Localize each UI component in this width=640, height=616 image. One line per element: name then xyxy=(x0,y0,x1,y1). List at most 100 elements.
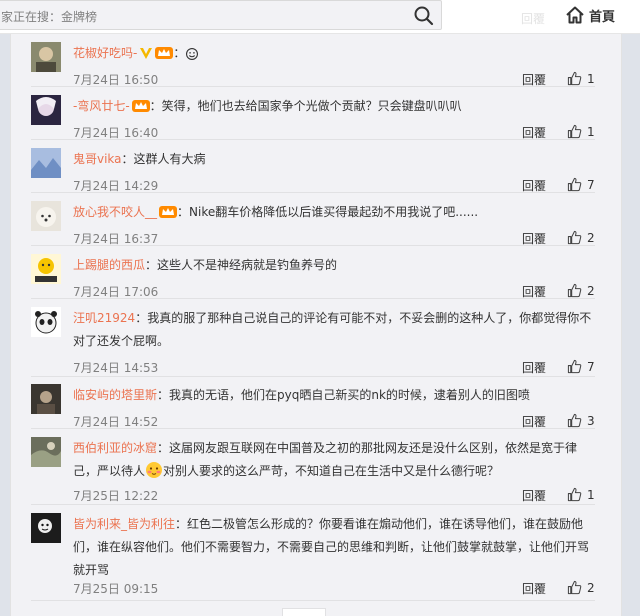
commenter-name[interactable]: 放心我不咬人__ xyxy=(73,205,157,219)
comment-time: 7月24日 16:37 xyxy=(73,232,159,246)
thumbs-up-icon xyxy=(567,283,582,298)
comment-item: -弯风廿七- ：笑得，牠们也去给国家争个光做个贡献？只会键盘叭叭叭 7月24日 1… xyxy=(31,95,595,140)
crown-badge-icon xyxy=(159,204,178,227)
comment-text: ：Nike翻车价格降低以后谁买得最起劲不用我说了吧...... xyxy=(177,205,479,219)
avatar[interactable] xyxy=(31,307,61,337)
avatar[interactable] xyxy=(31,513,61,543)
comment-text: ：我真的服了那种自己说自己的评论有可能不对，不妥会删的这种人了，你都觉得你不对了… xyxy=(73,311,592,348)
crown-badge-icon xyxy=(155,45,174,68)
home-icon xyxy=(566,6,584,24)
comment-time: 7月24日 16:40 xyxy=(73,126,159,140)
comment-text: ：这些人不是神经病就是钓鱼养号的 xyxy=(145,258,338,272)
comment-body: 西伯利亚的冰窟：这届网友跟互联网在中国普及之初的那批网友还是没什么区别，依然是宽… xyxy=(73,437,593,483)
smile-icon xyxy=(185,46,203,64)
comment-item: 西伯利亚的冰窟：这届网友跟互联网在中国普及之初的那批网友还是没什么区别，依然是宽… xyxy=(31,437,595,505)
like-button[interactable]: 1 xyxy=(567,71,595,86)
comment-time: 7月25日 12:22 xyxy=(73,489,159,503)
like-button[interactable]: 7 xyxy=(567,359,595,374)
comment-body: 上踢腿的西瓜：这些人不是神经病就是钓鱼养号的 xyxy=(73,254,593,277)
like-button[interactable]: 1 xyxy=(567,487,595,502)
comment-time: 7月24日 14:53 xyxy=(73,361,159,375)
like-count: 1 xyxy=(587,71,595,86)
comment-body: 鬼哥vika：这群人有大病 xyxy=(73,148,593,171)
like-button[interactable]: 3 xyxy=(567,413,595,428)
top-bar: 家正在搜：金牌榜 回覆 首頁 xyxy=(0,0,640,34)
commenter-name[interactable]: 西伯利亚的冰窟 xyxy=(73,441,157,455)
search-input[interactable]: 家正在搜：金牌榜 xyxy=(0,0,442,30)
like-count: 7 xyxy=(587,177,595,192)
crown-badge-icon xyxy=(131,98,150,121)
home-label: 首頁 xyxy=(589,9,616,25)
commenter-name[interactable]: 临安屿的塔里斯 xyxy=(73,388,157,402)
avatar[interactable] xyxy=(31,148,61,178)
like-button[interactable]: 2 xyxy=(567,230,595,245)
comment-text: ： xyxy=(173,46,186,60)
comment-time: 7月25日 09:15 xyxy=(73,582,159,596)
commenter-name[interactable]: 花椒好吃吗- xyxy=(73,46,137,60)
thumbs-up-icon xyxy=(567,580,582,595)
like-count: 2 xyxy=(587,580,595,595)
like-button[interactable]: 7 xyxy=(567,177,595,192)
comment-text: ：我真的无语，他们在pyq晒自己新买的nk的时候，逮着别人的旧图喷 xyxy=(157,388,530,402)
like-button[interactable]: 2 xyxy=(567,580,595,595)
home-link[interactable]: 首頁 xyxy=(565,4,615,26)
comment-panel: 花椒好吃吗- ： 7月24日 16:50 回覆 1 -弯风廿七- ：笑得，牠们也去给… xyxy=(10,34,622,616)
comment-body: 皆为利来_皆为利往：红色二极管怎么形成的？你要看谁在煽动他们，谁在诱导他们，谁在… xyxy=(73,513,593,582)
thumbs-up-icon xyxy=(567,71,582,86)
commenter-name[interactable]: -弯风廿七- xyxy=(73,99,130,113)
search-placeholder: 家正在搜：金牌榜 xyxy=(1,10,98,24)
commenter-name[interactable]: 鬼哥vika xyxy=(73,152,122,166)
comment-item: 鬼哥vika：这群人有大病 7月24日 14:29 回覆 7 xyxy=(31,148,595,193)
reply-button[interactable]: 回覆 xyxy=(522,177,546,194)
comment-time: 7月24日 14:52 xyxy=(73,415,159,429)
reply-button[interactable]: 回覆 xyxy=(522,359,546,376)
thumbs-up-icon xyxy=(567,413,582,428)
comment-item: 上踢腿的西瓜：这些人不是神经病就是钓鱼养号的 7月24日 17:06 回覆 2 xyxy=(31,254,595,299)
thumbs-up-icon xyxy=(567,124,582,139)
comment-body: 汪叽21924：我真的服了那种自己说自己的评论有可能不对，不妥会删的这种人了，你… xyxy=(73,307,593,353)
comment-item: 汪叽21924：我真的服了那种自己说自己的评论有可能不对，不妥会删的这种人了，你… xyxy=(31,307,595,377)
commenter-name[interactable]: 皆为利来_皆为利往 xyxy=(73,517,175,531)
avatar[interactable] xyxy=(31,437,61,467)
reply-button[interactable]: 回覆 xyxy=(522,580,546,597)
like-count: 1 xyxy=(587,124,595,139)
reply-button[interactable]: 回覆 xyxy=(522,71,546,88)
avatar[interactable] xyxy=(31,201,61,231)
like-count: 3 xyxy=(587,413,595,428)
like-count: 2 xyxy=(587,230,595,245)
avatar[interactable] xyxy=(31,254,61,284)
comment-item: 放心我不咬人__ ：Nike翻车价格降低以后谁买得最起劲不用我说了吧...... … xyxy=(31,201,595,246)
reply-button[interactable]: 回覆 xyxy=(522,413,546,430)
comment-item: 临安屿的塔里斯：我真的无语，他们在pyq晒自己新买的nk的时候，逮着别人的旧图喷… xyxy=(31,384,595,429)
reply-button[interactable]: 回覆 xyxy=(522,283,546,300)
like-button[interactable]: 1 xyxy=(567,124,595,139)
search-icon[interactable] xyxy=(413,5,435,27)
thumbs-up-icon xyxy=(567,177,582,192)
comment-time: 7月24日 16:50 xyxy=(73,73,159,87)
like-count: 2 xyxy=(587,283,595,298)
avatar[interactable] xyxy=(31,42,61,72)
ghost-reply-link: 回覆 xyxy=(521,12,546,26)
v-badge-icon xyxy=(139,45,153,68)
reply-button[interactable]: 回覆 xyxy=(522,230,546,247)
load-more-button[interactable] xyxy=(282,608,326,616)
comment-text: ：这群人有大病 xyxy=(121,152,206,166)
comment-body: 临安屿的塔里斯：我真的无语，他们在pyq晒自己新买的nk的时候，逮着别人的旧图喷 xyxy=(73,384,593,407)
comment-text: ：笑得，牠们也去给国家争个光做个贡献？只会键盘叭叭叭 xyxy=(149,99,462,113)
commenter-name[interactable]: 上踢腿的西瓜 xyxy=(73,258,145,272)
reply-button[interactable]: 回覆 xyxy=(522,487,546,504)
thumbs-up-icon xyxy=(567,359,582,374)
comment-time: 7月24日 17:06 xyxy=(73,285,159,299)
like-count: 7 xyxy=(587,359,595,374)
like-button[interactable]: 2 xyxy=(567,283,595,298)
commenter-name[interactable]: 汪叽21924 xyxy=(73,311,135,325)
reply-button[interactable]: 回覆 xyxy=(522,124,546,141)
comment-item: 花椒好吃吗- ： 7月24日 16:50 回覆 1 xyxy=(31,42,595,87)
comment-time: 7月24日 14:29 xyxy=(73,179,159,193)
avatar[interactable] xyxy=(31,95,61,125)
comment-body: 放心我不咬人__ ：Nike翻车价格降低以后谁买得最起劲不用我说了吧...... xyxy=(73,201,593,227)
comment-item: 皆为利来_皆为利往：红色二极管怎么形成的？你要看谁在煽动他们，谁在诱导他们，谁在… xyxy=(31,513,595,601)
comment-text-continued: 对别人要求的这么严苛，不知道自己在生活中又是什么德行呢？ xyxy=(163,464,500,478)
like-count: 1 xyxy=(587,487,595,502)
avatar[interactable] xyxy=(31,384,61,414)
